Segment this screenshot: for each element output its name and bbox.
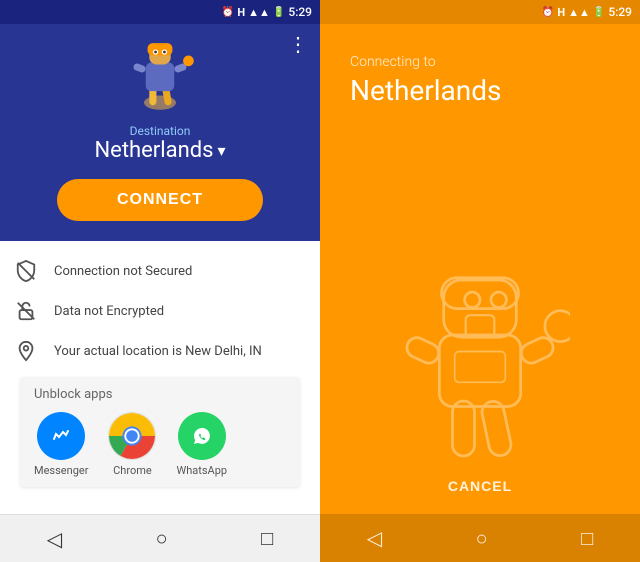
connection-status-text: Connection not Secured: [54, 264, 192, 279]
right-h-indicator: H: [557, 6, 565, 19]
cancel-area: CANCEL: [320, 478, 640, 514]
right-back-button[interactable]: ◁: [367, 526, 382, 550]
connecting-country: Netherlands: [350, 74, 501, 107]
menu-dots-button[interactable]: ⋮: [288, 32, 308, 56]
unblock-title: Unblock apps: [34, 387, 286, 402]
whatsapp-icon: [178, 412, 226, 460]
alarm-icon: ⏰: [222, 7, 234, 18]
location-status-text: Your actual location is New Delhi, IN: [54, 344, 262, 359]
right-status-time: 5:29: [608, 5, 632, 19]
signal-icon: ▲▲: [248, 6, 270, 19]
back-button[interactable]: ◁: [47, 527, 62, 551]
status-time: 5:29: [288, 5, 312, 19]
messenger-app-item[interactable]: Messenger: [34, 412, 88, 477]
app-icons-row: Messenger: [34, 412, 286, 477]
dropdown-arrow-icon: ▾: [218, 141, 226, 160]
messenger-icon: [37, 412, 85, 460]
battery-icon: 🔋: [273, 7, 285, 18]
status-item-encryption: Data not Encrypted: [12, 297, 308, 325]
vpn-hero: ⋮ Destination Netherl: [0, 24, 320, 241]
no-lock-icon: [12, 297, 40, 325]
status-item-location: Your actual location is New Delhi, IN: [12, 337, 308, 365]
cancel-button[interactable]: CANCEL: [448, 478, 512, 494]
no-shield-icon: [12, 257, 40, 285]
right-status-bar: ⏰ H ▲▲ 🔋 5:29: [320, 0, 640, 24]
right-signal-icon: ▲▲: [568, 6, 590, 19]
right-alarm-icon: ⏰: [542, 7, 554, 18]
connecting-to-label: Connecting to: [350, 54, 436, 70]
right-home-button[interactable]: ○: [476, 526, 488, 551]
whatsapp-app-item[interactable]: WhatsApp: [176, 412, 227, 477]
status-list: Connection not Secured Data not Encrypte…: [0, 241, 320, 514]
right-nav-bar: ◁ ○ □: [320, 514, 640, 562]
connecting-content: Connecting to Netherlands: [320, 24, 640, 258]
right-battery-icon: 🔋: [593, 7, 605, 18]
left-phone: ⏰ H ▲▲ 🔋 5:29 ⋮: [0, 0, 320, 562]
destination-label: Destination: [130, 124, 191, 138]
right-phone: ⏰ H ▲▲ 🔋 5:29 Connecting to Netherlands: [320, 0, 640, 562]
robot-figure: [120, 36, 200, 116]
status-item-connection: Connection not Secured: [12, 257, 308, 285]
chrome-label: Chrome: [113, 464, 152, 477]
chrome-app-item[interactable]: Chrome: [108, 412, 156, 477]
h-indicator: H: [237, 6, 245, 19]
connect-button[interactable]: CONNECT: [57, 179, 263, 221]
robot-outline-figure: [390, 258, 570, 478]
right-recents-button[interactable]: □: [581, 526, 593, 551]
destination-selector[interactable]: Netherlands ▾: [94, 138, 225, 163]
whatsapp-label: WhatsApp: [176, 464, 227, 477]
robot-outline-container: [320, 258, 640, 478]
left-nav-bar: ◁ ○ □: [0, 514, 320, 562]
messenger-label: Messenger: [34, 464, 88, 477]
recents-button[interactable]: □: [261, 526, 273, 551]
unblock-apps-section: Unblock apps Messenger: [20, 377, 300, 487]
chrome-icon: [108, 412, 156, 460]
location-icon: [12, 337, 40, 365]
encryption-status-text: Data not Encrypted: [54, 304, 164, 319]
left-status-bar: ⏰ H ▲▲ 🔋 5:29: [0, 0, 320, 24]
home-button[interactable]: ○: [156, 526, 168, 551]
destination-name-text: Netherlands: [94, 138, 213, 163]
